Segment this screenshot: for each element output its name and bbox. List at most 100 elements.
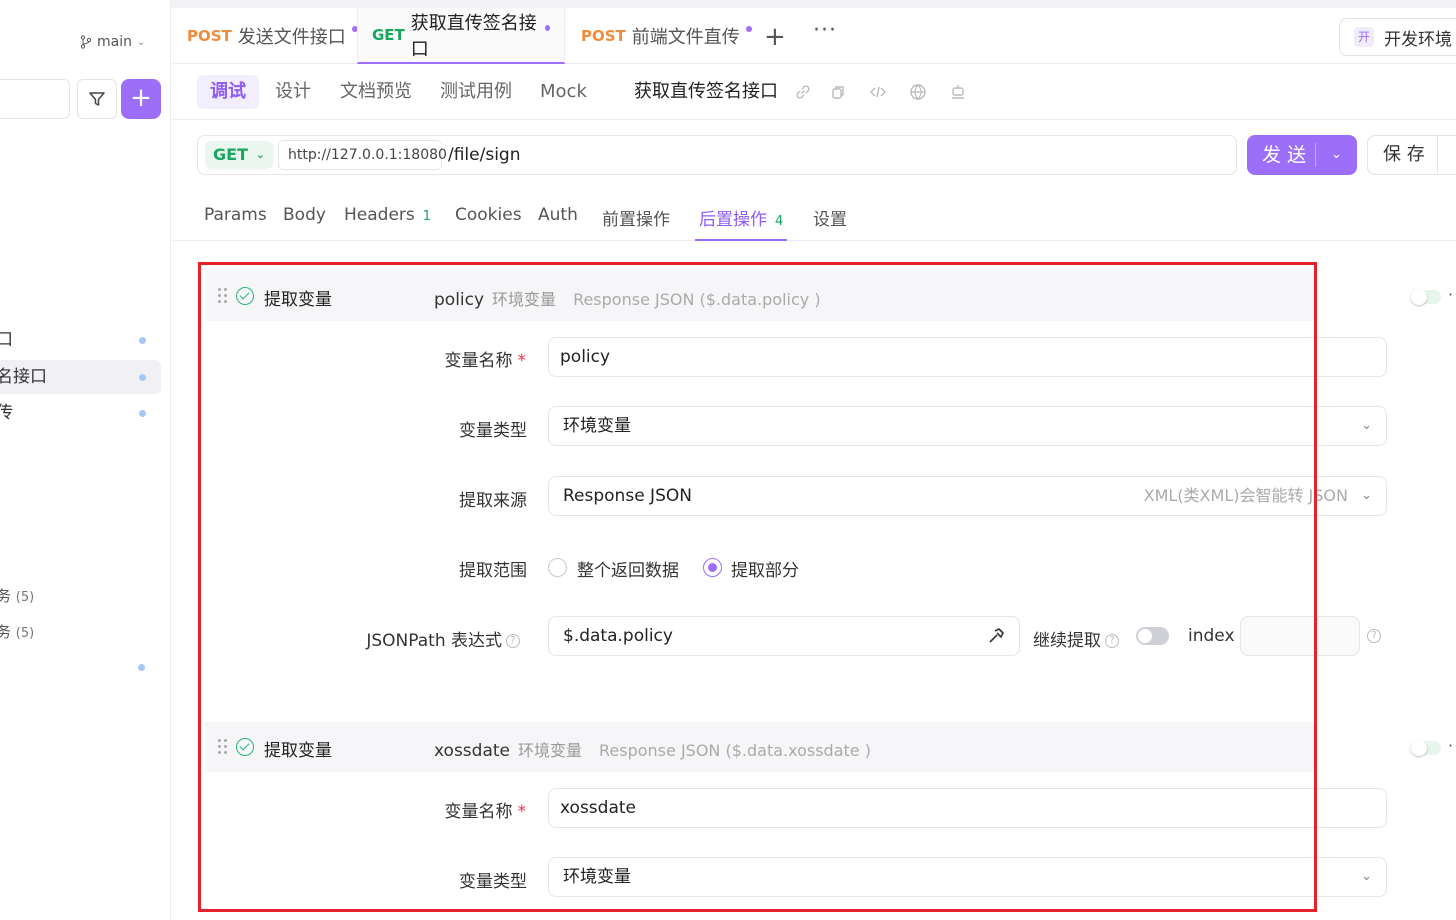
tab-auth[interactable]: Auth (538, 205, 578, 241)
extract-variable-header[interactable]: 提取变量 policy 环境变量 Response JSON ($.data.pol… (205, 271, 1315, 321)
sidebar-group-count: (5) (15, 626, 35, 641)
help-icon[interactable]: ? (1105, 634, 1119, 648)
tab-design[interactable]: 设计 (262, 75, 324, 109)
sidebar-group-label: 务 (0, 623, 12, 641)
extract-source-select[interactable]: Response JSON XML(类XML)会智能转 JSON ⌄ (548, 476, 1387, 516)
method-select[interactable]: GET ⌄ (205, 141, 273, 169)
field-label: 提取范围 (459, 561, 527, 581)
request-tab[interactable]: POST 前端文件直传 (581, 8, 752, 64)
sidebar-item[interactable]: 口 (0, 323, 161, 357)
field-label: 变量名称 * (346, 797, 527, 822)
request-tab-bar: POST 发送文件接口 GET 获取直传签名接口 POST 前端文件直传 + ·… (172, 8, 1456, 64)
status-dot (139, 337, 146, 344)
tab-test-cases[interactable]: 测试用例 (427, 75, 525, 109)
operation-enable-toggle[interactable] (1411, 289, 1441, 305)
tab-mock[interactable]: Mock (527, 75, 600, 109)
request-tab-active[interactable]: GET 获取直传签名接口 (357, 8, 565, 64)
environment-icon: 开 (1354, 27, 1374, 47)
variable-type-select[interactable]: 环境变量 ⌄ (548, 406, 1387, 446)
tab-label: Params (204, 205, 267, 225)
branch-icon (80, 35, 92, 49)
tab-settings[interactable]: 设置 (813, 205, 847, 241)
select-value: 环境变量 (563, 416, 631, 436)
more-tabs-button[interactable]: ··· (813, 18, 837, 43)
tab-label: 发送文件接口 (237, 27, 346, 48)
path-input[interactable]: /file/sign (448, 145, 521, 165)
tab-debug[interactable]: 调试 (197, 75, 259, 109)
sidebar-item-label: 名接口 (0, 367, 47, 387)
operation-summary: xossdate 环境变量 Response JSON ($.data.xossda… (434, 737, 871, 761)
tab-params[interactable]: Params (204, 205, 267, 241)
send-button[interactable]: 发 送 ⌄ (1247, 135, 1357, 175)
chevron-down-icon: ⌄ (1361, 418, 1372, 433)
operation-title: 提取变量 (264, 741, 332, 761)
label-text: 变量名称 (444, 802, 513, 822)
request-tab[interactable]: POST 发送文件接口 (187, 8, 358, 64)
tab-doc-preview[interactable]: 文档预览 (327, 75, 425, 109)
range-part-radio[interactable] (703, 558, 722, 577)
count-badge: 1 (422, 209, 432, 224)
add-button[interactable]: + (121, 79, 161, 119)
label-text: 继续提取 (1033, 631, 1101, 651)
more-icon[interactable]: · (1448, 285, 1453, 304)
host-field[interactable]: http://127.0.0.1:18080 (278, 140, 447, 170)
operation-enable-toggle[interactable] (1411, 740, 1441, 756)
sidebar-search-input[interactable] (0, 79, 70, 119)
tab-pre-operations[interactable]: 前置操作 (602, 205, 670, 241)
tab-label: Cookies (455, 205, 522, 225)
more-icon[interactable]: · (1448, 736, 1453, 755)
branch-selector[interactable]: main ⌄ (80, 34, 145, 50)
range-all-radio[interactable] (548, 558, 567, 577)
variable-name-input[interactable]: policy (548, 337, 1387, 377)
chevron-down-icon: ⌄ (1361, 869, 1372, 884)
tab-label: 前置操作 (602, 210, 670, 230)
drag-handle-icon[interactable] (218, 739, 228, 755)
select-value: Response JSON (563, 486, 692, 506)
copy-icon[interactable] (829, 83, 847, 101)
filter-button[interactable] (77, 79, 117, 119)
variable-name-input[interactable]: xossdate (548, 788, 1387, 828)
environment-selector[interactable]: 开 开发环境 (1339, 18, 1456, 56)
drag-handle-icon[interactable] (218, 288, 228, 304)
input-value: $.data.policy (563, 626, 673, 646)
tab-method: GET (372, 26, 405, 44)
sidebar-item-label: 口 (0, 330, 13, 350)
check-circle-icon (236, 738, 254, 756)
jsonpath-input[interactable]: $.data.policy (548, 616, 1020, 656)
robot-icon[interactable] (949, 83, 967, 101)
sidebar-item[interactable]: 传 (0, 396, 161, 430)
variable-type-select[interactable]: 环境变量 ⌄ (548, 857, 1387, 897)
globe-icon[interactable] (909, 83, 927, 101)
unsaved-dot (745, 26, 752, 32)
unsaved-dot (544, 25, 550, 31)
extract-variable-header[interactable]: 提取变量 xossdate 环境变量 Response JSON ($.data.x… (205, 722, 1315, 772)
save-button[interactable]: 保 存 (1367, 135, 1456, 175)
code-icon[interactable] (869, 83, 887, 101)
url-bar: GET ⌄ http://127.0.0.1:18080 /file/sign (197, 135, 1237, 175)
tab-cookies[interactable]: Cookies (455, 205, 522, 241)
field-label: 变量类型 (459, 421, 527, 441)
index-input[interactable] (1240, 616, 1360, 656)
continue-extract-toggle[interactable] (1136, 627, 1169, 645)
help-icon[interactable]: ? (1367, 629, 1381, 643)
new-tab-button[interactable]: + (764, 22, 786, 52)
tab-post-operations[interactable]: 后置操作 4 (695, 205, 788, 241)
chevron-down-icon[interactable]: ⌄ (1331, 135, 1342, 175)
required-mark: * (517, 802, 527, 822)
tab-headers[interactable]: Headers 1 (344, 205, 431, 241)
tab-body[interactable]: Body (283, 205, 326, 241)
status-dot (139, 410, 146, 417)
operation-summary: policy 环境变量 Response JSON ($.data.policy ) (434, 286, 821, 310)
sidebar-item[interactable]: 名接口 (0, 360, 161, 394)
index-label: index (1188, 626, 1235, 646)
summary-source: Response JSON ($.data.policy ) (573, 290, 821, 309)
sidebar-group[interactable]: 务 (5) (0, 621, 34, 642)
field-label: 变量名称 * (346, 346, 527, 371)
link-icon[interactable] (794, 83, 812, 101)
summary-var-name: policy (434, 290, 485, 310)
check-circle-icon (236, 287, 254, 305)
help-icon[interactable]: ? (506, 634, 520, 648)
sidebar-group[interactable]: 务 (5) (0, 585, 34, 606)
summary-var-type: 环境变量 (518, 741, 583, 760)
hammer-icon[interactable] (987, 627, 1005, 645)
